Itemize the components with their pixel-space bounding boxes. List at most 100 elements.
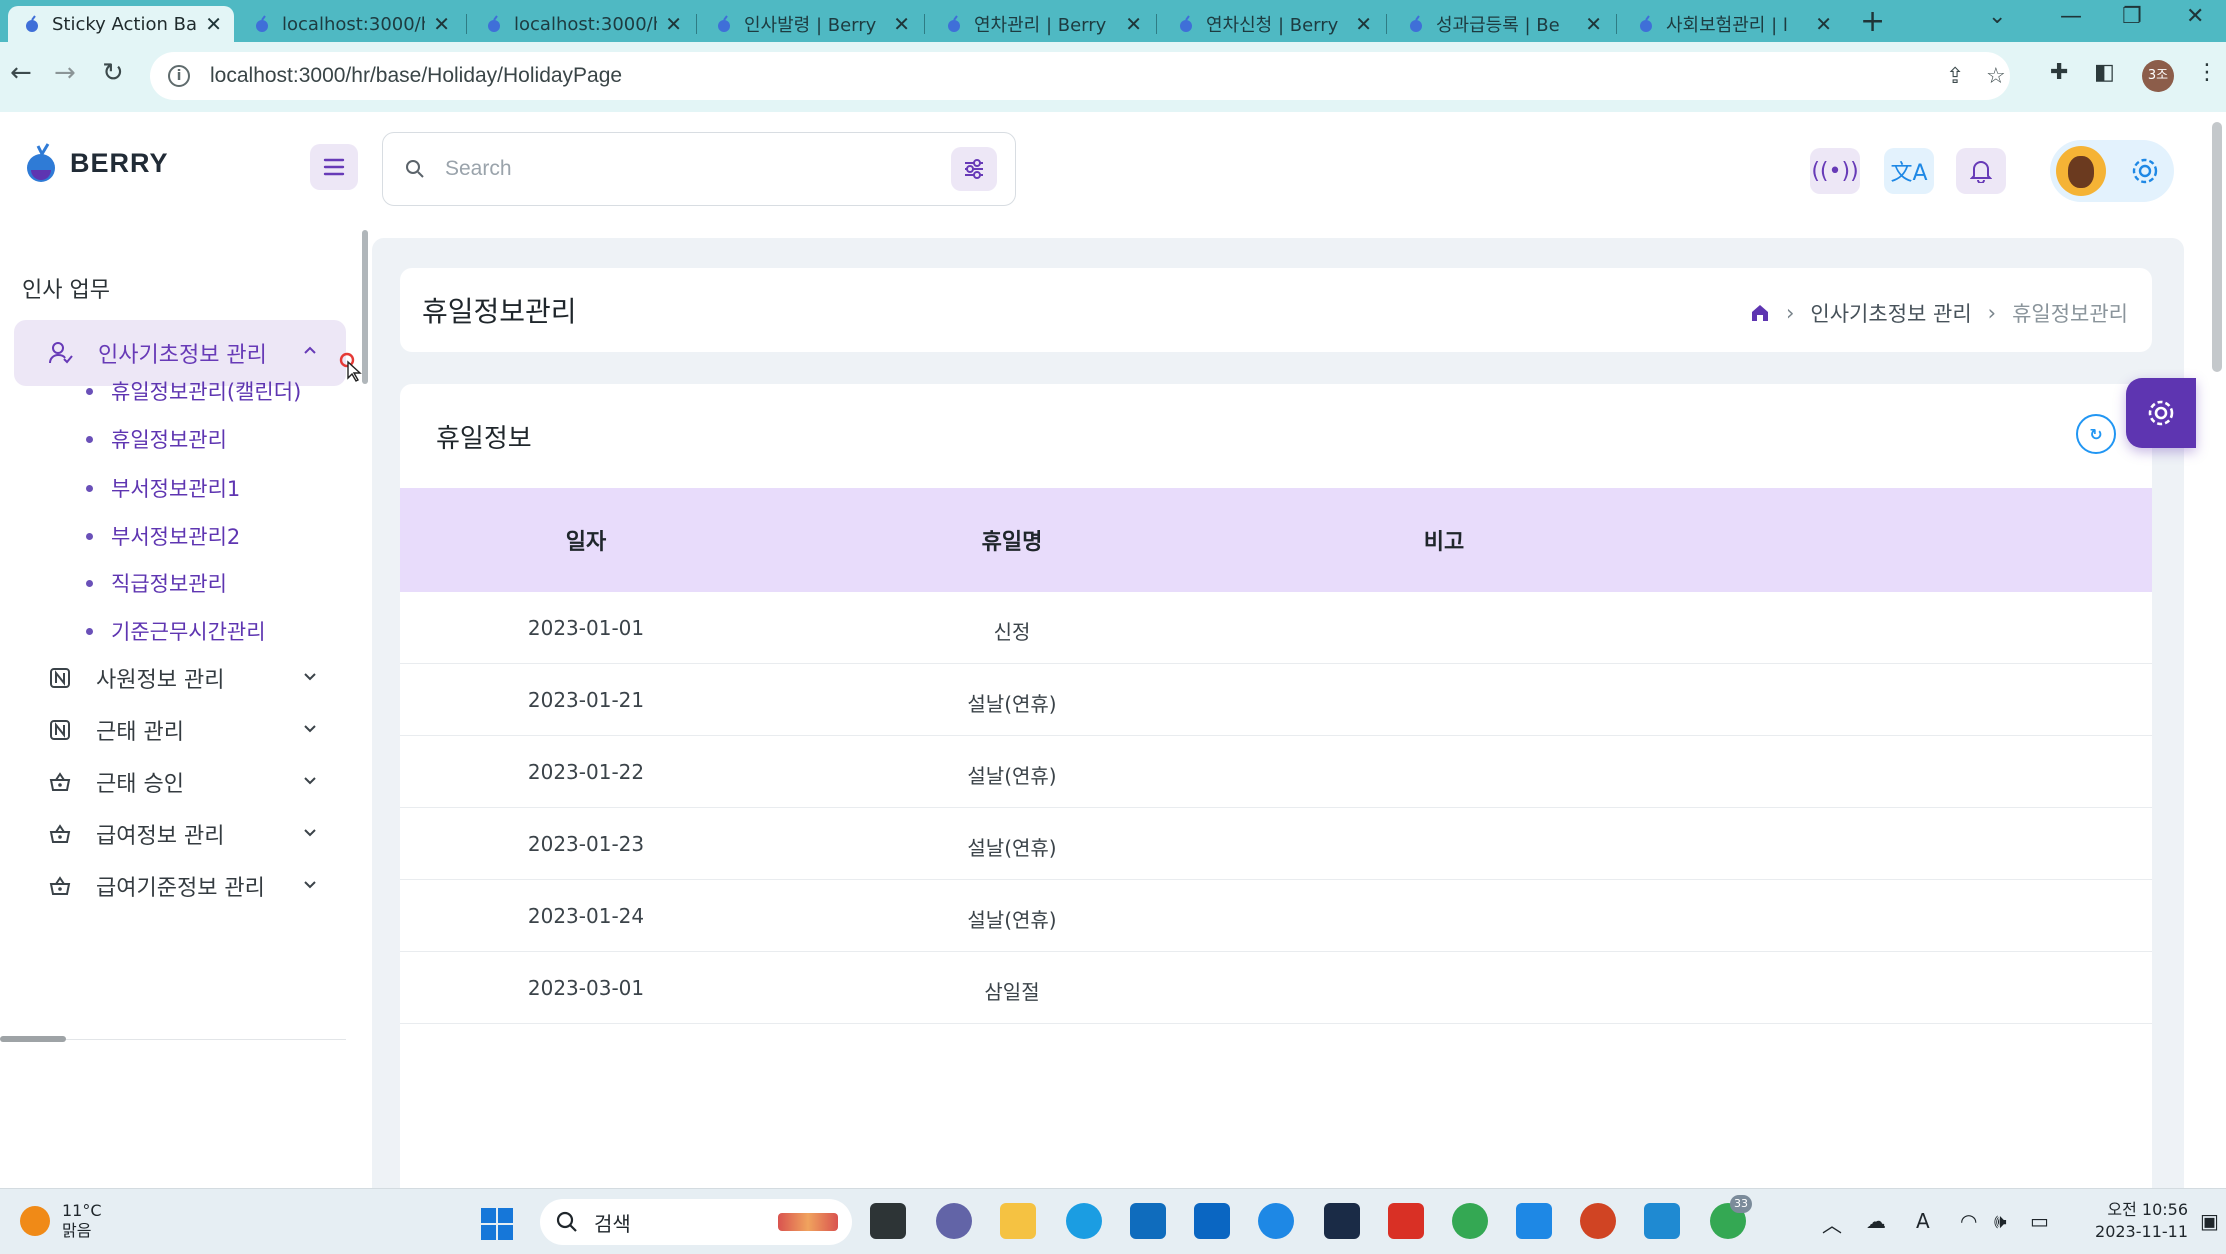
address-bar[interactable]: i localhost:3000/hr/base/Holiday/Holiday… [150,52,2010,100]
sidebar-item-employee[interactable]: 사원정보 관리 [14,648,346,708]
task-view-icon[interactable] [870,1203,906,1239]
site-info-icon[interactable]: i [168,65,190,87]
browser-tab-4[interactable]: 연차관리 | Berry ✕ [930,6,1154,42]
close-tab-icon[interactable]: ✕ [433,12,450,36]
column-header-note[interactable]: 비고 [1424,524,1464,556]
close-tab-icon[interactable]: ✕ [1125,12,1142,36]
broadcast-icon: ((•)) [1811,158,1859,184]
tray-chevron-up-icon[interactable]: ︿ [1822,1209,1842,1238]
search-filter-button[interactable] [951,147,997,191]
intellij-icon[interactable] [1388,1203,1424,1239]
sidebar-item-attendance[interactable]: 근태 관리 [14,700,346,760]
back-arrow-icon[interactable]: ← [10,58,32,88]
table-row[interactable]: 2023-01-21 설날(연휴) [400,664,2152,736]
language-button[interactable]: 文A [1884,148,1934,194]
powerpoint-icon[interactable] [1580,1203,1616,1239]
column-header-date[interactable]: 일자 [566,524,606,556]
sidebar-item-dept2[interactable]: 부서정보관리2 [86,521,240,551]
table-row[interactable]: 2023-01-01 신정 [400,592,2152,664]
close-tab-icon[interactable]: ✕ [665,12,682,36]
sidebar-item-salary[interactable]: 급여정보 관리 [14,804,346,864]
browser-tab-2[interactable]: localhost:3000/h ✕ [470,6,694,42]
live-broadcast-button[interactable]: ((•)) [1810,148,1860,194]
file-explorer-icon[interactable] [1000,1203,1036,1239]
chrome-active-icon[interactable]: 33 [1710,1195,1752,1239]
windows-start-icon[interactable] [480,1207,514,1241]
chat-app-icon[interactable] [936,1203,972,1239]
brand-logo[interactable]: BERRY [22,142,169,184]
home-icon[interactable] [1750,303,1770,323]
customize-settings-button[interactable] [2126,378,2196,448]
sidebar-item-work-hours[interactable]: 기준근무시간관리 [86,616,266,646]
search-field[interactable]: Search [382,132,1016,206]
browser-tab-7[interactable]: 사회보험관리 | l ✕ [1622,6,1844,42]
browser-tab-5[interactable]: 연차신청 | Berry ✕ [1162,6,1384,42]
card-action-button[interactable]: ↻ [2076,414,2116,454]
avatar[interactable] [2056,146,2106,196]
menu-toggle-button[interactable] [310,144,358,190]
battery-icon[interactable]: ▭ [2030,1209,2049,1233]
app-arrow-icon[interactable] [1258,1203,1294,1239]
store-icon[interactable] [1194,1203,1230,1239]
notification-center-icon[interactable]: ▣ [2200,1209,2219,1233]
page-scrollbar[interactable] [2212,122,2222,372]
chrome-icon[interactable] [1452,1203,1488,1239]
sidebar-item-attendance-approval[interactable]: 근태 승인 [14,752,346,812]
close-tab-icon[interactable]: ✕ [1815,12,1832,36]
reload-icon[interactable]: ↻ [102,58,124,88]
close-tab-icon[interactable]: ✕ [893,12,910,36]
url-text[interactable]: localhost:3000/hr/base/Holiday/HolidayPa… [210,64,622,88]
screen-recorder-icon[interactable] [1516,1203,1552,1239]
x-app-icon[interactable] [1324,1203,1360,1239]
extensions-puzzle-icon[interactable]: ✚ [2050,60,2068,85]
taskbar-search[interactable]: 검색 [540,1199,852,1245]
close-tab-icon[interactable]: ✕ [1355,12,1372,36]
minimize-icon[interactable]: — [2060,4,2082,29]
browser-tab-6[interactable]: 성과급등록 | Be ✕ [1392,6,1614,42]
volume-icon[interactable]: 🕪 [1994,1209,2007,1233]
share-icon[interactable]: ⇪ [1946,64,1964,89]
profile-menu[interactable] [2050,140,2174,202]
browser-tab-1[interactable]: localhost:3000/h ✕ [238,6,462,42]
wifi-icon[interactable]: ◠ [1960,1209,1977,1233]
notifications-button[interactable] [1956,148,2006,194]
sidebar-item-holiday-calendar[interactable]: 휴일정보관리(캘린더) [86,376,301,406]
browser-menu-icon[interactable]: ⋮ [2196,60,2218,85]
edge-browser-icon[interactable] [1066,1203,1102,1239]
onedrive-cloud-icon[interactable]: ☁ [1866,1209,1886,1233]
tab-search-chevron-icon[interactable]: ⌄ [1988,4,2006,29]
profile-avatar[interactable]: 3조 [2142,60,2174,92]
settings-gear-icon[interactable] [2130,156,2160,186]
breadcrumb-separator-icon: › [1786,301,1795,325]
sidebar-item-salary-standard[interactable]: 급여기준정보 관리 [14,856,346,916]
close-window-icon[interactable]: ✕ [2186,4,2204,29]
sidebar-caption: 인사 업무 [22,278,110,303]
table-row[interactable]: 2023-03-01 삼일절 [400,952,2152,1024]
breadcrumb-link[interactable]: 인사기초정보 관리 [1810,298,1971,328]
new-tab-icon[interactable]: + [1860,4,1885,39]
maximize-icon[interactable]: ❐ [2122,4,2142,29]
browser-tab-0[interactable]: Sticky Action Ba ✕ [8,6,234,42]
sidebar-item-holiday[interactable]: 휴일정보관리 [86,424,227,454]
bookmark-star-icon[interactable]: ☆ [1986,64,2006,89]
side-panel-icon[interactable]: ◧ [2094,60,2115,85]
table-row[interactable]: 2023-01-24 설날(연휴) [400,880,2152,952]
system-clock[interactable]: 오전 10:56 2023-11-11 [2078,1199,2188,1243]
column-header-name[interactable]: 휴일명 [982,524,1043,556]
sidebar-item-position[interactable]: 직급정보관리 [86,568,227,598]
browser-tab-3[interactable]: 인사발령 | Berry ✕ [700,6,922,42]
monitor-app-icon[interactable] [1130,1203,1166,1239]
table-row[interactable]: 2023-01-22 설날(연휴) [400,736,2152,808]
vscode-icon[interactable] [1644,1203,1680,1239]
berry-favicon-icon [1180,15,1192,32]
sidebar-item-dept1[interactable]: 부서정보관리1 [86,473,240,503]
close-tab-icon[interactable]: ✕ [205,12,222,36]
forward-arrow-icon[interactable]: → [54,58,76,88]
search-input[interactable]: Search [445,157,512,181]
weather-widget[interactable]: 11°C 맑음 [20,1201,102,1241]
ime-indicator-icon[interactable]: A [1916,1209,1930,1233]
sliders-icon [965,159,983,179]
sidebar-horizontal-scrollbar[interactable] [0,1036,66,1042]
close-tab-icon[interactable]: ✕ [1585,12,1602,36]
table-row[interactable]: 2023-01-23 설날(연휴) [400,808,2152,880]
